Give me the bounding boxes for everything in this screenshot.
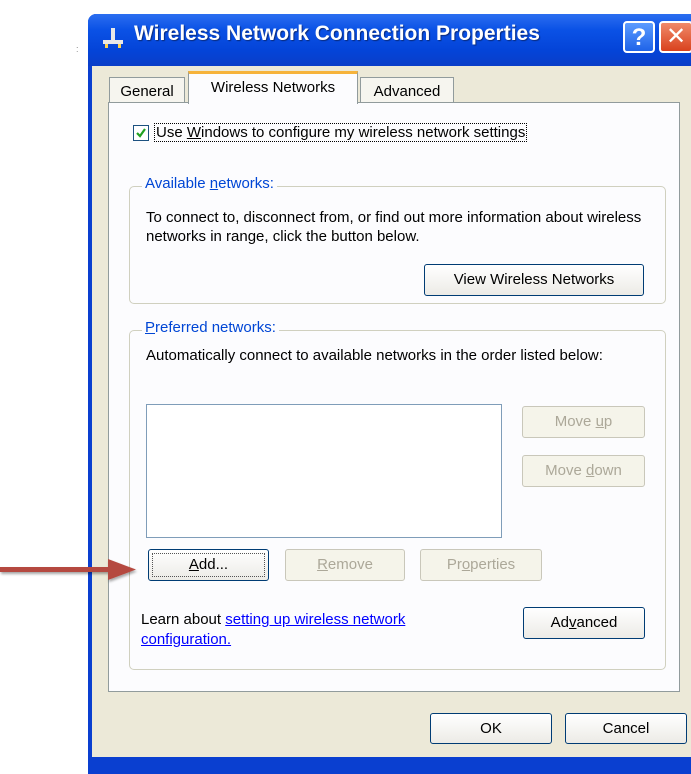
move-up-button[interactable]: Move up — [522, 406, 645, 438]
stray-mark: : — [76, 44, 79, 54]
ok-button[interactable]: OK — [430, 713, 552, 744]
cancel-button[interactable]: Cancel — [565, 713, 687, 744]
help-icon[interactable]: ? — [623, 21, 655, 53]
preferred-networks-legend: Preferred networks: — [142, 319, 279, 336]
advanced-button[interactable]: Advanced — [523, 607, 645, 639]
add-button[interactable]: Add... — [148, 549, 269, 581]
use-windows-label[interactable]: Use Windows to configure my wireless net… — [154, 123, 528, 142]
tab-advanced[interactable]: Advanced — [360, 77, 454, 105]
learn-about-text: Learn about setting up wireless network … — [141, 611, 406, 648]
arrow-icon — [0, 559, 136, 580]
view-wireless-networks-button[interactable]: View Wireless Networks — [424, 264, 644, 296]
use-windows-checkbox[interactable] — [133, 125, 149, 141]
available-networks-legend: Available networks: — [142, 175, 277, 192]
learn-link[interactable]: setting up wireless network — [225, 611, 405, 628]
properties-button[interactable]: Properties — [420, 549, 542, 581]
move-down-button[interactable]: Move down — [522, 455, 645, 487]
learn-link-continued[interactable]: configuration. — [141, 631, 231, 648]
tab-wireless-networks[interactable]: Wireless Networks — [188, 71, 358, 104]
window-title: Wireless Network Connection Properties — [134, 22, 540, 45]
remove-button[interactable]: Remove — [285, 549, 405, 581]
preferred-networks-description: Automatically connect to available netwo… — [146, 347, 603, 364]
preferred-networks-list[interactable] — [146, 404, 502, 538]
checkmark-icon — [136, 128, 146, 138]
network-icon — [103, 28, 123, 48]
available-networks-description: To connect to, disconnect from, or find … — [146, 209, 642, 245]
tab-general[interactable]: General — [109, 77, 185, 105]
close-icon[interactable]: ✕ — [659, 21, 691, 53]
